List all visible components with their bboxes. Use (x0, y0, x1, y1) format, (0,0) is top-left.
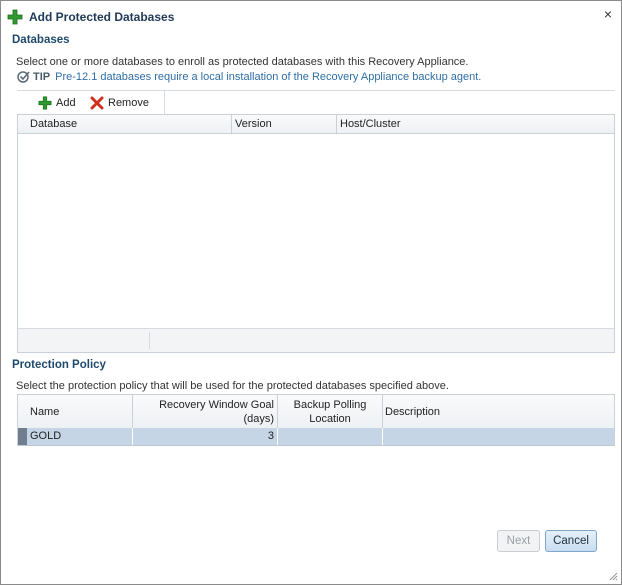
remove-button-label: Remove (108, 96, 149, 109)
recovery-window-label-line2: (days) (243, 412, 274, 425)
add-button[interactable]: Add (38, 94, 76, 111)
next-button[interactable]: Next (497, 530, 540, 552)
backup-polling-label-line2: Location (309, 412, 351, 425)
column-header-name[interactable]: Name (27, 395, 133, 428)
backup-polling-location-cell (278, 428, 383, 445)
column-header-backup-polling-location[interactable]: Backup Polling Location (278, 395, 383, 428)
tip-label: TIP (33, 70, 51, 83)
policy-name-cell: GOLD (27, 428, 133, 445)
protection-policy-table: Name Recovery Window Goal (days) Backup … (17, 394, 615, 446)
add-plus-icon (7, 9, 23, 25)
dialog-title: Add Protected Databases (29, 10, 175, 24)
protection-policy-description: Select the protection policy that will b… (16, 380, 449, 392)
remove-button[interactable]: Remove (90, 94, 149, 111)
description-cell (383, 428, 614, 445)
databases-table-footer (18, 328, 614, 352)
remove-x-icon (90, 96, 104, 109)
protection-policy-section-title: Protection Policy (12, 359, 106, 371)
protection-policy-table-header: Name Recovery Window Goal (days) Backup … (18, 395, 614, 429)
column-header-version[interactable]: Version (232, 115, 337, 133)
add-protected-databases-dialog: Add Protected Databases × Databases Sele… (0, 0, 622, 585)
tip-text: Pre-12.1 databases require a local insta… (55, 70, 482, 83)
databases-table-header: Database Version Host/Cluster (18, 115, 614, 134)
table-row[interactable]: GOLD 3 (18, 428, 614, 446)
databases-table: Database Version Host/Cluster (17, 114, 615, 353)
column-header-recovery-window-goal[interactable]: Recovery Window Goal (days) (133, 395, 278, 428)
close-icon[interactable]: × (601, 7, 615, 21)
databases-table-body (18, 134, 614, 329)
tip-row: TIP Pre-12.1 databases require a local i… (17, 70, 481, 83)
databases-description: Select one or more databases to enroll a… (16, 56, 469, 68)
footer-separator (149, 332, 150, 349)
column-header-host-cluster[interactable]: Host/Cluster (337, 115, 614, 133)
databases-section-title: Databases (12, 34, 70, 46)
resize-grip-icon[interactable] (608, 571, 618, 581)
recovery-window-cell: 3 (133, 428, 278, 445)
recovery-window-label-line1: Recovery Window Goal (159, 398, 274, 411)
column-header-description[interactable]: Description (383, 395, 614, 428)
add-plus-icon (38, 96, 52, 109)
toolbar-button-group: Add Remove (17, 91, 165, 114)
check-circle-icon (17, 71, 30, 83)
cancel-button[interactable]: Cancel (545, 530, 597, 552)
backup-polling-label-line1: Backup Polling (293, 398, 367, 411)
column-header-database[interactable]: Database (27, 115, 232, 133)
column-header-name-label: Name (30, 405, 60, 418)
row-selection-marker (18, 428, 27, 445)
databases-toolbar: Add Remove (17, 90, 615, 114)
add-button-label: Add (56, 96, 76, 109)
column-header-description-label: Description (385, 405, 441, 418)
dialog-title-bar: Add Protected Databases (7, 8, 174, 26)
